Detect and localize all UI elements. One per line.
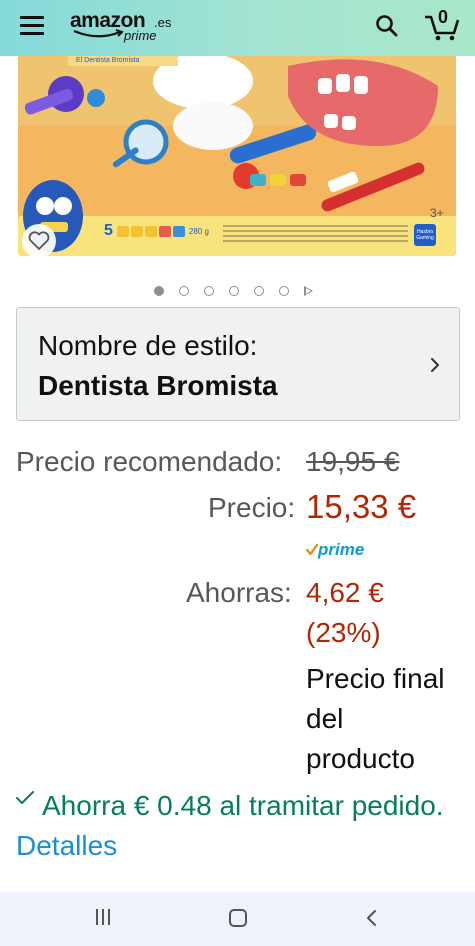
price-value: 15,33 €: [306, 488, 417, 525]
system-navigation-bar: [0, 892, 475, 946]
carousel-dot[interactable]: [279, 286, 289, 296]
final-price-line-3: producto: [306, 743, 415, 774]
savings-percent: (23%): [306, 617, 381, 648]
final-price-line-2: del: [306, 703, 344, 734]
cart-count-badge: 0: [438, 7, 449, 27]
checkmark-icon: [16, 791, 34, 804]
wishlist-heart-button[interactable]: [22, 224, 56, 258]
search-icon[interactable]: [374, 13, 400, 39]
chevron-right-icon: [431, 358, 439, 372]
image-carousel-indicator: [154, 285, 313, 297]
list-price-label: Precio recomendado:: [16, 446, 283, 477]
final-price-line-1: Precio final: [306, 663, 445, 694]
box-title: El Dentista Bromista: [76, 57, 140, 64]
savings-amount: 4,62 €: [306, 577, 384, 608]
checkout-savings-text: Ahorra € 0.48 al tramitar pedido.: [42, 790, 444, 821]
top-navigation-bar: amazon .es prime 0: [0, 0, 475, 56]
home-icon[interactable]: [229, 909, 247, 927]
list-price-value: 19,95 €: [306, 446, 400, 477]
can-count-label: 5: [104, 222, 113, 239]
recent-apps-icon[interactable]: [96, 909, 114, 927]
savings-label: Ahorras:: [186, 577, 292, 608]
style-value: Dentista Bromista: [38, 370, 278, 401]
product-image[interactable]: El Dentista Bromista 5 280 g 3+ Hasbro G…: [18, 56, 456, 256]
weight-label: 280 g: [188, 226, 209, 236]
logo-smile-icon: [73, 29, 124, 38]
box-legal-text: [223, 222, 408, 246]
hasbro-logo: Hasbro Gaming: [414, 224, 436, 246]
age-label: 3+: [430, 206, 444, 220]
style-selector[interactable]: Nombre de estilo: Dentista Bromista: [16, 307, 460, 421]
price-label: Precio:: [208, 492, 296, 523]
checkout-savings-message: Ahorra € 0.48 al tramitar pedido. Detall…: [16, 786, 456, 866]
heart-icon: [28, 231, 50, 250]
back-icon[interactable]: [364, 908, 378, 928]
prime-label: prime: [318, 540, 365, 559]
carousel-dot[interactable]: [154, 286, 164, 296]
video-play-icon[interactable]: [304, 286, 313, 296]
carousel-dot[interactable]: [204, 286, 214, 296]
prime-check-icon: [306, 544, 318, 556]
box-can-strip: 5 280 g: [104, 222, 209, 240]
cart-button[interactable]: 0: [424, 7, 460, 42]
carousel-dot[interactable]: [179, 286, 189, 296]
carousel-dot[interactable]: [229, 286, 239, 296]
carousel-dot[interactable]: [254, 286, 264, 296]
details-link[interactable]: Detalles: [16, 830, 117, 861]
final-price-note: Precio final del producto: [306, 659, 466, 779]
hamburger-menu-icon[interactable]: [20, 16, 44, 38]
amazon-prime-logo[interactable]: amazon .es prime: [70, 9, 180, 49]
logo-prime: prime: [124, 28, 157, 43]
style-label: Nombre de estilo:: [38, 330, 258, 361]
